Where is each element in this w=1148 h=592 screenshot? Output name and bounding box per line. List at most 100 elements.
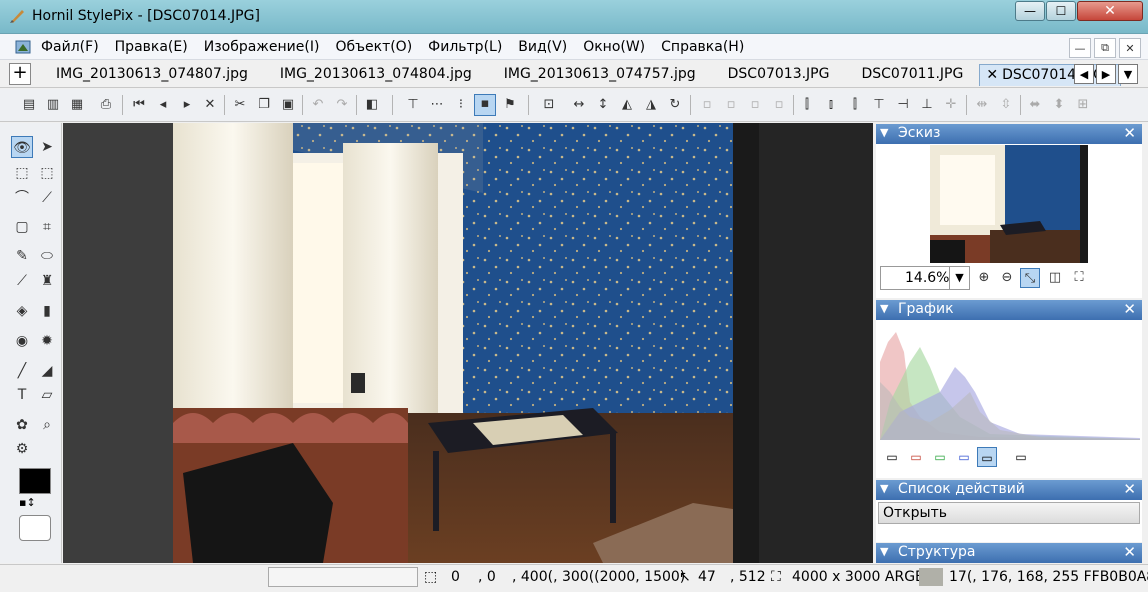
tab-img-074757[interactable]: IMG_20130613_074757.jpg (488, 64, 712, 86)
menu-window[interactable]: Окно(W) (583, 39, 645, 55)
actions-panel-header[interactable]: ▼ Список действий ✕ (876, 480, 1142, 500)
red-eye-icon[interactable]: ◉ (11, 330, 33, 352)
eyedropper-icon[interactable]: ⟋ (36, 187, 58, 209)
view-tool-icon[interactable]: 👁 (11, 136, 33, 158)
compare-icon[interactable]: ◧ (363, 96, 381, 114)
actual-size-icon[interactable]: ◫ (1045, 268, 1065, 288)
fullscreen-icon[interactable]: ⛶ (1069, 268, 1089, 288)
channel-green-icon[interactable]: ▭ (930, 447, 950, 467)
save-file-icon[interactable]: ▦ (68, 96, 86, 114)
eraser-icon[interactable]: ⬭ (36, 245, 58, 267)
close-image-icon[interactable]: ✕ (201, 96, 219, 114)
rotate-custom-icon[interactable]: ↻ (666, 96, 684, 114)
menu-image[interactable]: Изображение(I) (204, 39, 320, 55)
align-left-icon[interactable]: ⫿ (798, 96, 816, 114)
mdi-minimize-button[interactable]: — (1069, 38, 1091, 58)
lasso-icon[interactable]: ⌒ (11, 187, 33, 209)
menu-edit[interactable]: Правка(E) (115, 39, 188, 55)
flip-horizontal-icon[interactable]: ↔ (570, 96, 588, 114)
clone-stamp-icon[interactable]: ♜ (36, 270, 58, 292)
tab-list-icon[interactable]: ▼ (1118, 64, 1138, 84)
close-button[interactable]: ✕ (1077, 1, 1143, 21)
gradient-icon[interactable]: ▮ (36, 300, 58, 322)
first-image-icon[interactable]: ⏮ (130, 96, 148, 114)
move-tool-icon[interactable]: ➤ (36, 136, 58, 158)
new-tab-button[interactable]: + (9, 63, 31, 85)
zoom-select[interactable]: 14.6% ▼ (880, 266, 970, 290)
grid-icon[interactable]: ⋯ (428, 96, 446, 114)
rect-select-icon[interactable]: ⬚ (11, 162, 33, 184)
same-size-icon[interactable]: ⊞ (1074, 96, 1092, 114)
ruler-icon[interactable]: ⊤ (404, 96, 422, 114)
collapse-triangle-icon[interactable]: ▼ (880, 482, 888, 495)
text-tool-icon[interactable]: T (11, 384, 33, 406)
transform-icon[interactable]: ▢ (11, 216, 33, 238)
tab-scroll-right-icon[interactable]: ▶ (1096, 64, 1116, 84)
align-none-icon[interactable]: ✛ (942, 96, 960, 114)
same-width-icon[interactable]: ⬌ (1026, 96, 1044, 114)
background-color-swatch[interactable] (19, 515, 51, 541)
collapse-triangle-icon[interactable]: ▼ (880, 302, 888, 315)
pencil-icon[interactable]: ✎ (11, 245, 33, 267)
tab-img-074807[interactable]: IMG_20130613_074807.jpg (40, 64, 264, 86)
mdi-close-button[interactable]: ✕ (1119, 38, 1141, 58)
open-object-icon[interactable]: ▱ (36, 384, 58, 406)
arrange-back-icon[interactable]: ▫ (770, 96, 788, 114)
distribute-h-icon[interactable]: ⇹ (973, 96, 991, 114)
histogram-settings-icon[interactable]: ▭ (1011, 447, 1031, 467)
distribute-v-icon[interactable]: ⇳ (997, 96, 1015, 114)
brightness-icon[interactable]: ✹ (36, 330, 58, 352)
menu-help[interactable]: Справка(H) (661, 39, 744, 55)
image-canvas[interactable] (63, 123, 873, 563)
zoom-tool-icon[interactable]: ⌕ (36, 414, 58, 436)
line-tool-icon[interactable]: ╱ (11, 360, 33, 382)
crop-icon[interactable]: ⌗ (36, 216, 58, 238)
align-bottom-icon[interactable]: ⊥ (918, 96, 936, 114)
align-center-icon[interactable]: ⫾ (822, 96, 840, 114)
action-list-item[interactable]: Открыть (878, 502, 1140, 524)
zoom-in-icon[interactable]: ⊕ (974, 268, 994, 288)
panel-close-icon[interactable]: ✕ (1123, 124, 1136, 142)
tab-dsc07013[interactable]: DSC07013.JPG (712, 64, 846, 86)
rotate-right-icon[interactable]: ◮ (642, 96, 660, 114)
new-file-icon[interactable]: ▤ (20, 96, 38, 114)
next-image-icon[interactable]: ▸ (178, 96, 196, 114)
panel-close-icon[interactable]: ✕ (1123, 300, 1136, 318)
undo-icon[interactable]: ↶ (309, 96, 327, 114)
shape-tool-icon[interactable]: ◢ (36, 360, 58, 382)
zoom-out-icon[interactable]: ⊖ (997, 268, 1017, 288)
minimize-button[interactable]: — (1015, 1, 1045, 21)
collapse-triangle-icon[interactable]: ▼ (880, 545, 888, 558)
snap-icon[interactable]: ▪ (474, 94, 496, 116)
collapse-triangle-icon[interactable]: ▼ (880, 126, 888, 139)
arrange-backward-icon[interactable]: ▫ (746, 96, 764, 114)
chevron-down-icon[interactable]: ▼ (949, 267, 969, 289)
align-top-icon[interactable]: ⊤ (870, 96, 888, 114)
pin-icon[interactable]: ⚑ (501, 96, 519, 114)
structure-panel-header[interactable]: ▼ Структура ✕ (876, 543, 1142, 563)
swap-colors-icon[interactable]: ▪↕ (19, 496, 36, 509)
align-right-icon[interactable]: ⫿ (846, 96, 864, 114)
fit-window-icon[interactable]: ⤡ (1020, 268, 1040, 288)
fill-bucket-icon[interactable]: ◈ (11, 300, 33, 322)
settings-gear-icon[interactable]: ⚙ (11, 438, 33, 460)
redo-icon[interactable]: ↷ (333, 96, 351, 114)
brush-icon[interactable]: ⟋ (11, 270, 33, 292)
maximize-button[interactable]: ☐ (1046, 1, 1076, 21)
tab-scroll-left-icon[interactable]: ◀ (1074, 64, 1094, 84)
flip-vertical-icon[interactable]: ↕ (594, 96, 612, 114)
mdi-restore-button[interactable]: ⧉ (1094, 38, 1116, 58)
tab-img-074804[interactable]: IMG_20130613_074804.jpg (264, 64, 488, 86)
paste-icon[interactable]: ▣ (279, 96, 297, 114)
rotate-left-icon[interactable]: ◭ (618, 96, 636, 114)
menu-file[interactable]: Файл(F) (41, 39, 99, 55)
tab-dsc07011[interactable]: DSC07011.JPG (845, 64, 979, 86)
print-icon[interactable]: ⎙ (97, 96, 115, 114)
histogram-panel-header[interactable]: ▼ График ✕ (876, 300, 1142, 320)
app-menu-icon[interactable] (14, 38, 32, 56)
cut-icon[interactable]: ✂ (231, 96, 249, 114)
panel-close-icon[interactable]: ✕ (1123, 543, 1136, 561)
prev-image-icon[interactable]: ◂ (154, 96, 172, 114)
arrange-forward-icon[interactable]: ▫ (722, 96, 740, 114)
open-file-icon[interactable]: ▥ (44, 96, 62, 114)
